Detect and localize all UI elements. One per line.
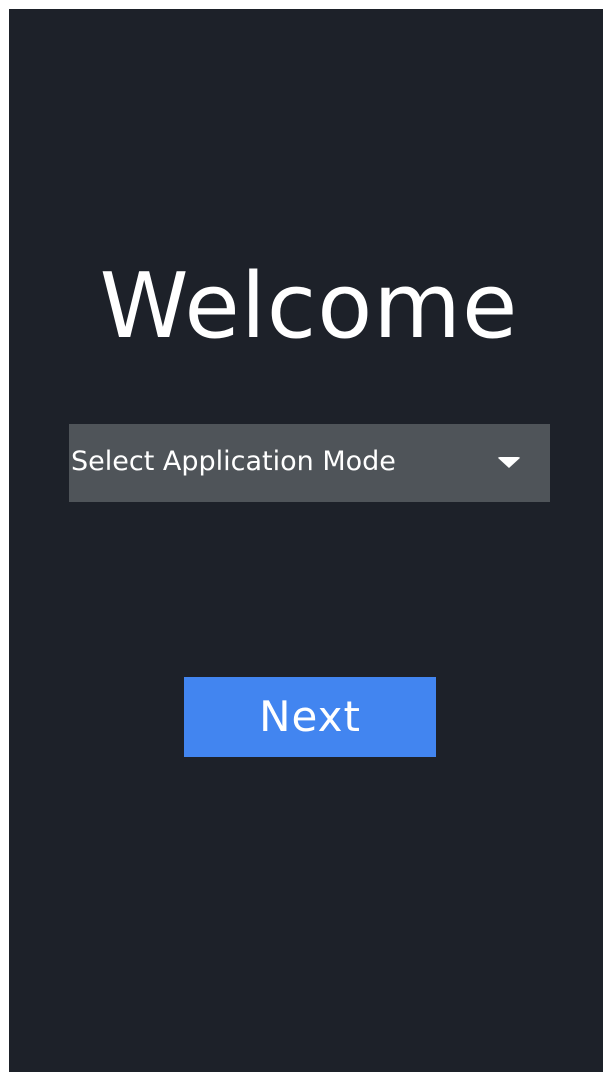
caret-down-icon	[497, 457, 521, 468]
application-mode-select[interactable]: Select Application Mode	[69, 424, 550, 502]
application-mode-select-label: Select Application Mode	[71, 446, 396, 477]
welcome-screen: Welcome Select Application Mode Next	[9, 9, 603, 1072]
page-title: Welcome	[99, 254, 519, 359]
next-button[interactable]: Next	[184, 677, 436, 757]
